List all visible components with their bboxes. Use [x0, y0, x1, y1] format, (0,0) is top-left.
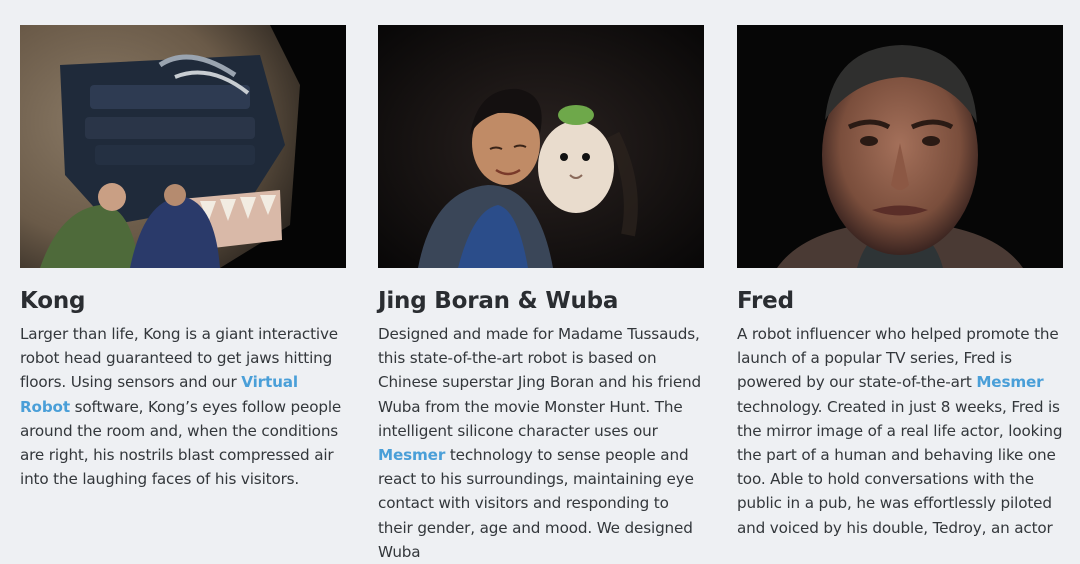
card-kong: Kong Larger than life, Kong is a giant i…	[20, 25, 346, 491]
jing-boran-image	[378, 25, 704, 268]
jing-boran-photo	[378, 25, 704, 268]
card-fred: Fred A robot influencer who helped promo…	[737, 25, 1063, 540]
card-jing-boran-wuba: Jing Boran & Wuba Designed and made for …	[378, 25, 704, 564]
fred-image	[737, 25, 1063, 268]
kong-photo	[20, 25, 346, 268]
card-title: Fred	[737, 288, 794, 314]
description-text: technology. Created in just 8 weeks, Fre…	[737, 397, 1063, 537]
card-description: Larger than life, Kong is a giant intera…	[20, 322, 346, 491]
card-title: Jing Boran & Wuba	[378, 288, 619, 314]
fred-photo	[737, 25, 1063, 268]
description-text: Designed and made for Madame Tussauds, t…	[378, 325, 701, 440]
mesmer-link[interactable]: Mesmer	[378, 446, 445, 464]
robot-showcase-grid: Kong Larger than life, Kong is a giant i…	[0, 0, 1080, 561]
mesmer-link[interactable]: Mesmer	[976, 373, 1043, 391]
kong-image	[20, 25, 346, 268]
card-description: Designed and made for Madame Tussauds, t…	[378, 322, 704, 564]
card-title: Kong	[20, 288, 86, 314]
card-description: A robot influencer who helped promote th…	[737, 322, 1063, 540]
